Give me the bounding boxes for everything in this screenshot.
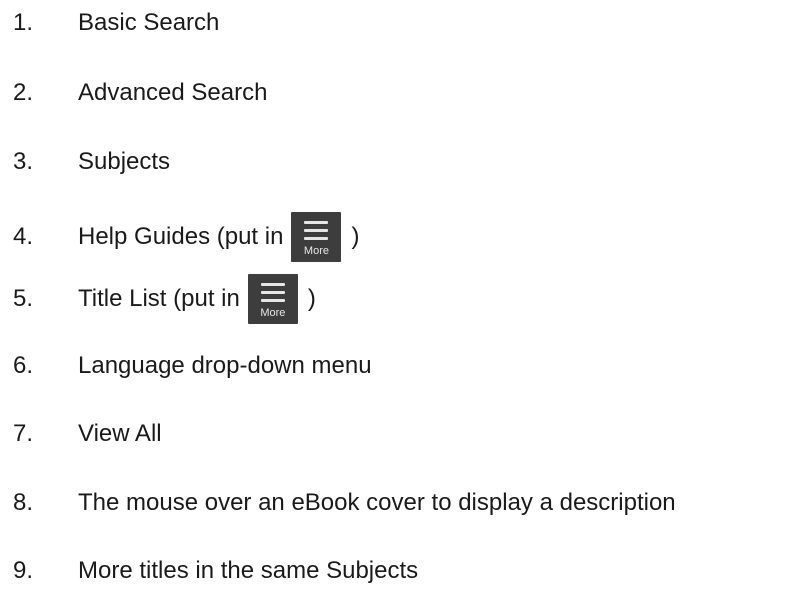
item-text-suffix: )	[307, 285, 316, 312]
more-button-label: More	[260, 307, 286, 319]
hamburger-bar	[260, 291, 285, 294]
item-number: 9.	[13, 557, 34, 584]
item-text: The mouse over an eBook cover to display…	[78, 489, 676, 516]
item-number: 3.	[13, 148, 34, 175]
hamburger-bar	[260, 299, 285, 302]
more-menu-button[interactable]: More	[291, 212, 342, 262]
item-text-group: Title List (put in More )	[78, 274, 316, 324]
item-number: 5.	[13, 285, 34, 312]
item-text: Language drop-down menu	[78, 352, 372, 379]
item-number: 2.	[13, 79, 34, 106]
item-number: 4.	[13, 223, 34, 250]
hamburger-menu-icon	[260, 283, 285, 286]
more-button-label: More	[303, 245, 329, 257]
item-text-suffix: )	[351, 223, 360, 250]
item-number: 7.	[13, 420, 34, 447]
item-text: Basic Search	[78, 9, 220, 36]
hamburger-bar	[304, 237, 329, 240]
more-menu-button[interactable]: More	[247, 274, 298, 324]
item-number: 8.	[13, 489, 34, 516]
item-text: Title List (put in	[78, 285, 240, 312]
hamburger-menu-icon	[304, 221, 329, 224]
instruction-list: 1. Basic Search 2. Advanced Search 3. Su…	[0, 0, 802, 586]
item-text: Help Guides (put in	[78, 223, 284, 250]
hamburger-bar	[304, 229, 329, 232]
item-text: More titles in the same Subjects	[78, 557, 419, 584]
item-number: 6.	[13, 352, 34, 379]
item-text: Subjects	[78, 148, 171, 175]
item-text: Advanced Search	[78, 79, 268, 106]
item-text: View All	[78, 420, 162, 447]
item-number: 1.	[13, 9, 34, 36]
item-text-group: Help Guides (put in More )	[78, 212, 359, 262]
